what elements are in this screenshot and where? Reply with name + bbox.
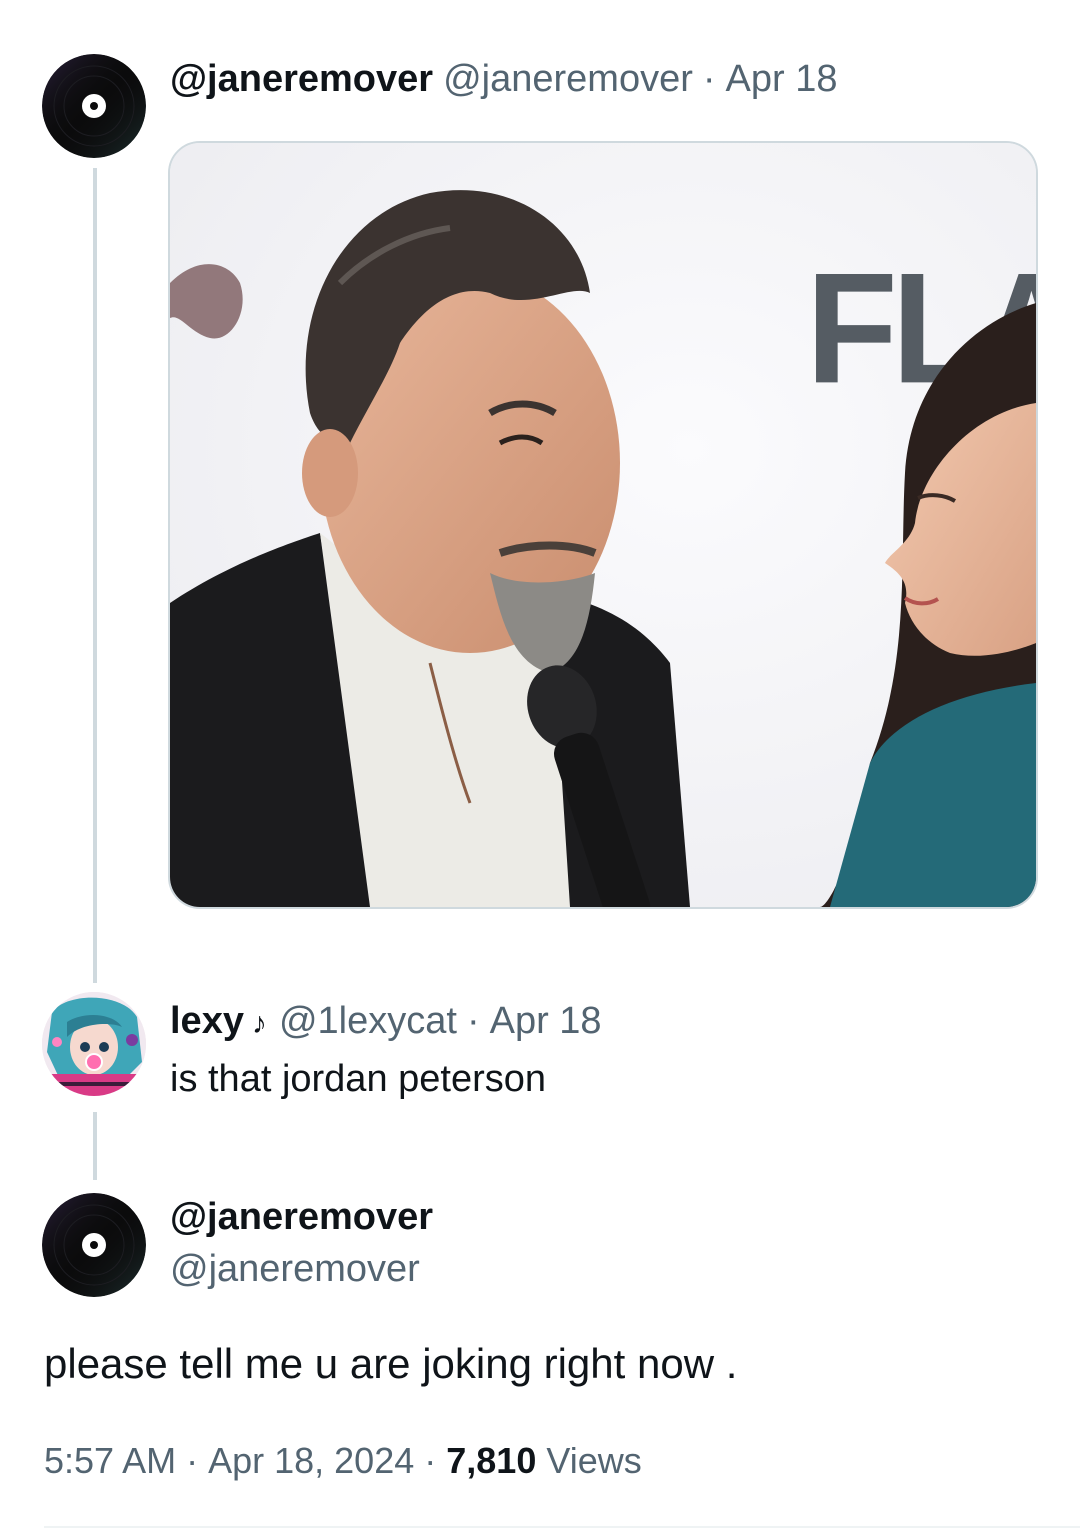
lexy-avatar[interactable] (42, 992, 146, 1096)
reply-header: lexy ♪ @1lexycat · Apr 18 (170, 1000, 602, 1043)
tweet-time[interactable]: 5:57 AM (44, 1440, 176, 1482)
focus-handle[interactable]: @janeremover (170, 1248, 420, 1291)
reply-handle[interactable]: @1lexycat (279, 1000, 457, 1043)
tweet-full-date[interactable]: Apr 18, 2024 (208, 1440, 414, 1482)
dot-separator: · (186, 1440, 199, 1481)
vinyl-record-icon (42, 1193, 146, 1297)
tweet-metadata: 5:57 AM · Apr 18, 2024 · 7,810 Views (44, 1440, 642, 1482)
anime-character-avatar-icon (42, 992, 146, 1096)
interview-video-still: FLAI (170, 143, 1036, 907)
vinyl-record-avatar[interactable] (42, 54, 146, 158)
views-count: 7,810 (446, 1440, 537, 1481)
focus-tweet-text: please tell me u are joking right now . (44, 1340, 738, 1387)
bottom-divider (44, 1526, 1080, 1528)
author-display-name[interactable]: @janeremover (170, 58, 433, 101)
focus-display-name[interactable]: @janeremover (170, 1196, 433, 1239)
thread-connector-line-2 (93, 1112, 97, 1180)
author-handle[interactable]: @janeremover (443, 58, 693, 101)
vinyl-record-icon (42, 54, 146, 158)
dot-separator: · (466, 1000, 480, 1042)
thread-connector-line (93, 168, 97, 983)
reply-display-name[interactable]: lexy (170, 1000, 244, 1043)
dot-separator: · (702, 58, 716, 100)
dot-separator: · (424, 1440, 437, 1481)
vinyl-record-avatar[interactable] (42, 1193, 146, 1297)
views-label: Views (546, 1440, 642, 1481)
tweet-media-video[interactable]: FLAI (168, 141, 1038, 909)
reply-date[interactable]: Apr 18 (490, 1000, 602, 1043)
original-tweet-header: @janeremover @janeremover · Apr 18 (170, 58, 838, 101)
tweet-date[interactable]: Apr 18 (726, 58, 838, 101)
reply-text: is that jordan peterson (170, 1058, 547, 1100)
music-note-icon: ♪ (251, 1007, 267, 1040)
